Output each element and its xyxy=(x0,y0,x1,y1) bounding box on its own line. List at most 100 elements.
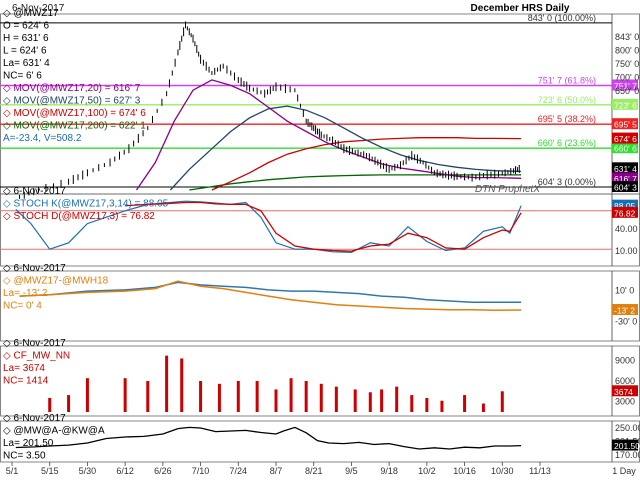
volume-bar xyxy=(425,397,429,412)
price-legend-entry: H = 631' 6 xyxy=(3,33,49,44)
volume-legend-entry: La= 3674 xyxy=(3,363,45,374)
volume-bar xyxy=(353,389,357,412)
chart-title: December HRS Daily xyxy=(471,3,570,14)
volume-bar xyxy=(165,355,169,412)
price-legend-entry: O = 624' 6 xyxy=(3,21,50,32)
tag-text: -13' 2 xyxy=(614,306,635,316)
x-tick-label: 10/30 xyxy=(491,466,514,476)
period-label: 1 Day xyxy=(612,466,636,476)
volume-bar xyxy=(180,358,184,412)
ratio-legend-entry: ◇ @MW@A-@KW@A xyxy=(3,426,105,437)
volume-legend-entry: ◇ CF_MW_NN xyxy=(3,351,70,362)
tag-text: 723' 6 xyxy=(614,100,637,110)
spread-y-tick: 10' 0 xyxy=(615,286,634,296)
tag-text: 674' 6 xyxy=(614,134,637,144)
chart-canvas: 843' 0 (100.00%) 604' 3 (0.00%) 751' 7 (61… xyxy=(0,3,640,476)
volume-bar xyxy=(395,386,399,412)
x-tick-label: 8/21 xyxy=(305,466,323,476)
volume-legend-entry: NC= 1414 xyxy=(3,376,49,387)
price-y-tick: 650' 0 xyxy=(615,86,639,96)
ratio-legend-entry: ◇ 6-Nov-2017 xyxy=(3,413,66,424)
plot-layer: 843' 0 (100.00%) 604' 3 (0.00%) 751' 7 (61… xyxy=(0,13,612,450)
fib-level-label: 695' 5 (38.2%) xyxy=(538,114,596,124)
ma20-series xyxy=(135,79,522,191)
price-right-tag: 631' 4 xyxy=(612,162,638,174)
price-legend-entry: ◇ MOV(@MWZ17,50) = 627' 3 xyxy=(3,96,141,107)
x-tick-label: 9/18 xyxy=(380,466,398,476)
price-right-tag: 604' 3 xyxy=(612,180,638,192)
fib-level-label: 751' 7 (61.8%) xyxy=(538,76,596,86)
spread-legend-entry: ◇ @MWZ17-@MWH18 xyxy=(3,276,109,287)
price-legend-entry: ◇ MOV(@MWZ17,100) = 674' 6 xyxy=(3,108,146,119)
ratio-y-tick: 250.00 xyxy=(615,423,640,433)
x-tick-label: 8/7 xyxy=(270,466,283,476)
ratio-legend-entry: NC= 3.50 xyxy=(3,451,46,462)
x-tick-label: 9/5 xyxy=(345,466,358,476)
price-legend-entry: ◇ MOV(@MWZ17,200) = 622' 1 xyxy=(3,121,146,132)
stoch-legend-entry: ◇ 6-Nov-2017 xyxy=(3,186,66,197)
price-legend-entry: L = 624' 6 xyxy=(3,46,47,57)
volume-bar xyxy=(255,381,259,412)
x-tick-label: 10/2 xyxy=(418,466,436,476)
ratio-tag: 201.50 xyxy=(612,439,640,451)
volume-bar xyxy=(500,391,504,412)
volume-bar xyxy=(85,378,89,412)
volume-bar xyxy=(236,381,240,412)
stoch-y-tick: 40.00 xyxy=(615,224,638,234)
x-tick-label: 5/1 xyxy=(6,466,19,476)
stoch-legend-entry: ◇ STOCH K(@MWZ17,3,14) = 88.05 xyxy=(3,199,169,210)
x-tick-label: 7/10 xyxy=(192,466,210,476)
volume-bar xyxy=(380,389,384,412)
volume-y-tick: 6000 xyxy=(615,376,635,386)
spread-y-tick: -30' 0 xyxy=(615,317,637,327)
volume-bar xyxy=(410,395,414,412)
volume-bar xyxy=(368,392,372,412)
price-legend-entry: A=-23.4, V=508.2 xyxy=(3,133,82,144)
volume-bar xyxy=(319,383,323,412)
tag-text: 604' 3 xyxy=(614,182,637,192)
volume-y-tick: 9000 xyxy=(615,355,635,365)
spread-legend-entry: La= -13' 2 xyxy=(3,288,48,299)
spread-tag: -13' 2 xyxy=(612,304,638,316)
volume-bar xyxy=(334,386,338,412)
tag-text: 695' 5 xyxy=(614,120,637,130)
volume-bar xyxy=(123,378,127,412)
price-y-tick: 843' 0 xyxy=(615,32,639,42)
price-y-tick: 800' 0 xyxy=(615,45,639,55)
volume-bar xyxy=(274,389,278,412)
volume-bar xyxy=(289,378,293,412)
high-label: 843' 0 (100.00%) xyxy=(528,13,596,23)
volume-bar xyxy=(199,381,203,412)
spread-legend-entry: ◇ 6-Nov-2017 xyxy=(3,263,66,274)
volume-tag: 3674 xyxy=(612,385,638,397)
tag-text: 3674 xyxy=(614,387,633,397)
tag-text: 631' 4 xyxy=(614,164,637,174)
legend-layer: ◇ @MWZ17O = 624' 6H = 631' 6L = 624' 6La… xyxy=(3,8,169,462)
volume-bar xyxy=(481,403,485,412)
volume-bar xyxy=(67,395,71,412)
x-tick-label: 11/13 xyxy=(529,466,551,476)
volume-bar xyxy=(463,395,467,412)
volume-legend-entry: ◇ 6-Nov-2017 xyxy=(3,338,66,349)
x-tick-label: 7/24 xyxy=(230,466,248,476)
x-tick-label: 5/15 xyxy=(41,466,59,476)
x-tick-label: 6/12 xyxy=(116,466,134,476)
low-label: 604' 3 (0.00%) xyxy=(538,177,596,187)
stoch-legend-entry: ◇ STOCH D(@MWZ17,3) = 76.82 xyxy=(3,211,155,222)
volume-bar xyxy=(217,383,221,412)
ratio-y-tick: 170.00 xyxy=(615,450,640,460)
fib-level-tag: 695' 5 xyxy=(612,118,638,130)
ratio-legend-entry: La= 201.50 xyxy=(3,438,54,449)
stoch-d-tag: 76.82 xyxy=(612,206,638,218)
x-tick-label: 5/30 xyxy=(79,466,97,476)
date-label: 6-Nov-2017 xyxy=(12,3,65,14)
tag-text: 76.82 xyxy=(614,208,636,218)
ma100-series xyxy=(211,137,522,191)
spread-legend-entry: NC= 0' 4 xyxy=(3,301,42,312)
volume-bar xyxy=(304,381,308,412)
volume-bar xyxy=(440,400,444,412)
volume-bar xyxy=(146,381,150,412)
tag-text: 660' 6 xyxy=(614,144,637,154)
stoch-d-series xyxy=(125,201,522,252)
x-tick-label: 10/16 xyxy=(453,466,476,476)
